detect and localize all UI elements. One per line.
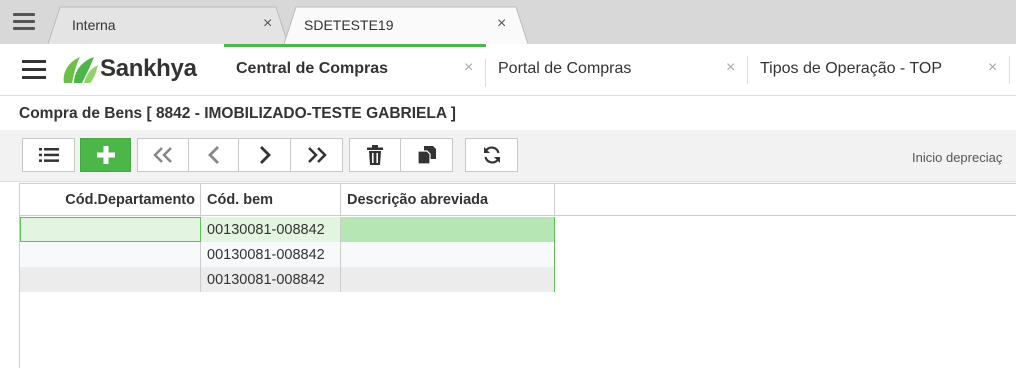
window-tab-label: Interna xyxy=(72,17,116,33)
table-row[interactable]: 00130081-008842 xyxy=(20,217,555,242)
data-grid: Cód.Departamento Cód. bem Descrição abre… xyxy=(19,183,1016,368)
close-icon[interactable]: × xyxy=(263,15,272,33)
cell-descricao[interactable] xyxy=(341,267,555,292)
cell-descricao[interactable] xyxy=(341,242,555,267)
close-icon[interactable]: × xyxy=(464,59,473,77)
list-view-button[interactable] xyxy=(22,138,75,172)
window-tab-label: SDETESTE19 xyxy=(304,17,394,33)
toolbar: Inicio depreciaç xyxy=(0,130,1016,182)
trash-icon xyxy=(367,145,383,165)
page-title: Compra de Bens [ 8842 - IMOBILIZADO-TEST… xyxy=(19,105,456,122)
main-menu-icon[interactable] xyxy=(22,60,46,80)
window-tab-sdeteste19[interactable]: SDETESTE19 × xyxy=(284,6,528,44)
first-icon xyxy=(153,147,172,163)
table-row[interactable]: 00130081-008842 xyxy=(20,242,555,267)
plus-icon xyxy=(96,146,115,164)
grid-header: Cód.Departamento Cód. bem Descrição abre… xyxy=(20,184,1016,216)
cell-cod-bem[interactable]: 00130081-008842 xyxy=(201,242,341,267)
tab-label: Tipos de Operação - TOP xyxy=(760,60,943,77)
tab-portal-de-compras[interactable]: Portal de Compras × xyxy=(486,44,748,96)
tab-central-de-compras[interactable]: Central de Compras × xyxy=(224,44,486,96)
cell-descricao[interactable] xyxy=(341,217,555,242)
cell-departamento[interactable] xyxy=(20,267,201,292)
cell-cod-bem[interactable]: 00130081-008842 xyxy=(201,217,341,242)
sankhya-leaf-icon xyxy=(63,57,98,83)
refresh-icon xyxy=(483,146,500,164)
tab-label: Central de Compras xyxy=(236,60,389,77)
first-record-button[interactable] xyxy=(137,138,189,172)
tab-divider xyxy=(1009,56,1010,84)
app-header: Sankhya Central de Compras × Portal de C… xyxy=(0,44,1016,96)
add-button[interactable] xyxy=(80,138,131,172)
cell-departamento[interactable] xyxy=(20,242,201,267)
duplicate-button[interactable] xyxy=(400,138,453,172)
cell-cod-bem[interactable]: 00130081-008842 xyxy=(201,267,341,292)
column-header-departamento[interactable]: Cód.Departamento xyxy=(20,184,201,215)
window-menu-icon[interactable] xyxy=(10,8,38,36)
refresh-button[interactable] xyxy=(465,138,518,172)
inicio-depreciacao-label: Inicio depreciaç xyxy=(912,150,1003,165)
tab-label: Portal de Compras xyxy=(498,60,632,77)
close-icon[interactable]: × xyxy=(988,59,997,77)
column-header-cod-bem[interactable]: Cód. bem xyxy=(201,184,341,215)
cell-departamento[interactable] xyxy=(20,217,201,242)
list-icon xyxy=(38,148,59,162)
logo-text: Sankhya xyxy=(100,55,197,82)
table-row[interactable]: 00130081-008842 xyxy=(20,267,555,292)
close-icon[interactable]: × xyxy=(497,15,506,33)
previous-icon xyxy=(207,146,219,164)
window-tab-interna[interactable]: Interna × xyxy=(48,6,288,44)
last-icon xyxy=(307,147,327,163)
tab-tipos-de-operacao[interactable]: Tipos de Operação - TOP × xyxy=(748,44,1010,96)
copy-icon xyxy=(416,146,436,165)
sankhya-logo: Sankhya xyxy=(60,53,197,87)
window-tab-strip: Interna × SDETESTE19 × xyxy=(0,0,1016,44)
previous-record-button[interactable] xyxy=(188,138,239,172)
delete-button[interactable] xyxy=(349,138,401,172)
next-icon xyxy=(259,146,271,164)
next-record-button[interactable] xyxy=(238,138,291,172)
column-header-descricao[interactable]: Descrição abreviada xyxy=(341,184,555,215)
close-icon[interactable]: × xyxy=(726,59,735,77)
last-record-button[interactable] xyxy=(290,138,343,172)
